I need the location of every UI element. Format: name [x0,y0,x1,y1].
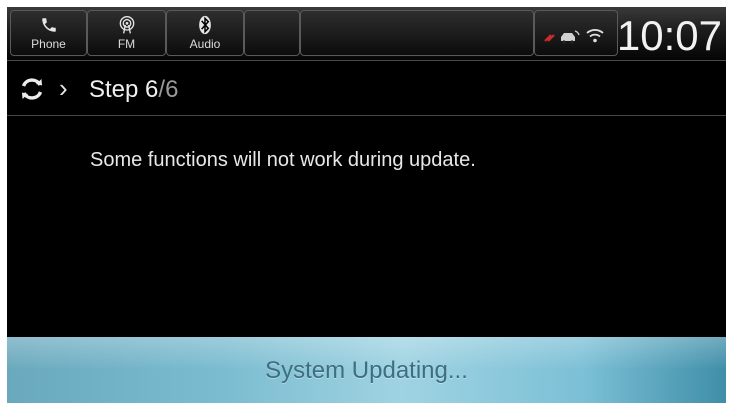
phone-icon [11,15,86,35]
wifi-icon [586,29,604,43]
signal-icon [544,34,555,42]
step-indicator: Step 6/6 [89,76,178,104]
radio-icon [88,15,165,35]
step-header: › Step 6/6 [7,61,726,116]
update-status-label: System Updating... [265,357,468,384]
update-message: Some functions will not work during upda… [90,149,476,171]
step-total: /6 [158,76,179,103]
tab-audio-label: Audio [189,37,221,51]
tab-audio[interactable]: Audio [166,10,244,56]
refresh-icon[interactable] [18,75,46,103]
chevron-right-icon: › [59,73,68,103]
step-prefix: Step [89,76,146,103]
tab-phone-label: Phone [31,37,66,51]
tab-empty-1[interactable] [244,10,300,56]
tab-empty-2[interactable] [300,10,534,56]
tab-phone[interactable]: Phone [10,10,87,56]
status-indicators [534,10,618,56]
clock-area: 10:07 [617,10,726,59]
divider [7,115,726,116]
update-status-bar: System Updating... [7,337,726,403]
step-current: 6 [145,76,159,103]
clock: 10:07 [616,12,722,59]
tab-fm[interactable]: FM [87,10,166,56]
tab-fm-label: FM [117,37,136,51]
top-bar: Phone FM Audio 10:07 [7,7,726,61]
head-unit-screen: Phone FM Audio 10:07 › Step 6/6 Some fun… [7,7,726,403]
car-connection-icon [561,30,580,44]
bluetooth-icon [167,15,243,35]
